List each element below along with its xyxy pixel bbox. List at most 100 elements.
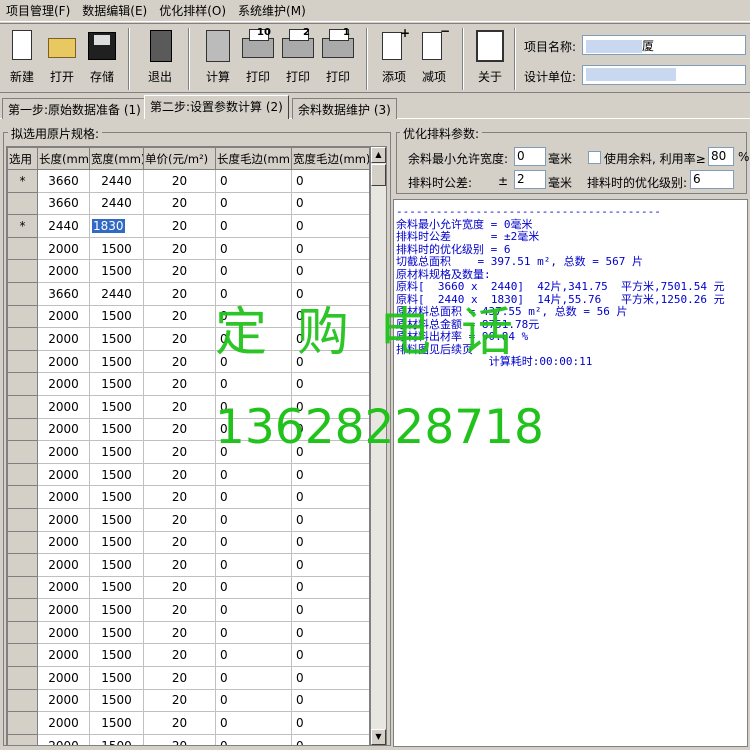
design-unit-field[interactable] — [582, 65, 746, 85]
table-row[interactable]: 2000 1500 20 0 0 — [7, 666, 369, 690]
table-cell[interactable]: 1500 — [89, 733, 144, 745]
table-cell[interactable]: 2440 — [37, 214, 90, 238]
table-cell[interactable]: 20 — [143, 236, 216, 261]
table-cell[interactable]: 2440 — [89, 281, 144, 306]
table-cell[interactable]: 2000 — [37, 575, 90, 600]
table-cell[interactable]: 0 — [291, 214, 369, 238]
table-row[interactable]: 2000 1500 20 0 0 — [7, 485, 369, 509]
table-cell[interactable]: 2000 — [37, 507, 90, 532]
print-1-button[interactable]: 1 打印 — [318, 27, 358, 90]
table-cell[interactable]: 0 — [215, 688, 292, 713]
table-cell[interactable]: 0 — [291, 643, 369, 668]
menu-project[interactable]: 项目管理(F) — [0, 2, 76, 19]
select-cell[interactable] — [7, 733, 38, 745]
table-cell[interactable]: 2000 — [37, 485, 90, 509]
table-cell[interactable]: 20 — [143, 169, 216, 193]
select-cell[interactable] — [7, 417, 38, 442]
project-name-field[interactable]: 厦 — [582, 35, 746, 55]
table-cell[interactable]: 2440 — [89, 169, 144, 193]
exit-button[interactable]: 退出 — [140, 28, 180, 90]
select-cell[interactable] — [7, 327, 38, 351]
column-header[interactable]: 宽度毛边(mm) — [291, 147, 369, 170]
menu-edit[interactable]: 数据编辑(E) — [76, 2, 153, 19]
scroll-up-arrow-icon[interactable]: ▲ — [371, 147, 386, 163]
select-cell[interactable] — [7, 666, 38, 690]
table-cell[interactable]: 2000 — [37, 440, 90, 464]
table-cell[interactable]: 0 — [291, 733, 369, 745]
select-cell[interactable] — [7, 598, 38, 622]
select-cell[interactable] — [7, 304, 38, 329]
scroll-down-arrow-icon[interactable]: ▼ — [371, 729, 386, 745]
table-row[interactable]: 2000 1500 20 0 0 — [7, 259, 369, 283]
table-cell[interactable]: 2000 — [37, 349, 90, 374]
table-cell[interactable]: 0 — [291, 598, 369, 622]
select-cell[interactable] — [7, 620, 38, 645]
print-10-button[interactable]: 10 打印 — [238, 27, 278, 90]
table-cell[interactable]: 0 — [215, 553, 292, 577]
select-cell[interactable] — [7, 530, 38, 555]
table-cell[interactable]: 0 — [215, 236, 292, 261]
table-cell[interactable]: 1500 — [89, 530, 144, 555]
table-cell[interactable]: 1500 — [89, 643, 144, 668]
table-cell[interactable]: 1500 — [89, 440, 144, 464]
menu-system[interactable]: 系统维护(M) — [232, 2, 312, 19]
table-cell[interactable]: 1500 — [89, 688, 144, 713]
table-cell[interactable]: 0 — [291, 169, 369, 193]
remove-item-button[interactable]: − 减项 — [414, 24, 454, 90]
table-cell[interactable]: 0 — [215, 259, 292, 283]
table-cell[interactable]: 20 — [143, 711, 216, 735]
table-cell[interactable]: 1500 — [89, 598, 144, 622]
table-cell[interactable]: 2000 — [37, 688, 90, 713]
column-header[interactable]: 长度毛边(mm) — [215, 147, 292, 170]
table-cell[interactable]: 20 — [143, 191, 216, 216]
print-2-button[interactable]: 2 打印 — [278, 27, 318, 90]
table-row[interactable]: 2000 1500 20 0 0 — [7, 688, 369, 713]
table-cell[interactable]: 1500 — [89, 327, 144, 351]
table-cell[interactable]: 20 — [143, 733, 216, 745]
select-cell[interactable] — [7, 259, 38, 283]
select-cell[interactable] — [7, 372, 38, 396]
table-cell[interactable]: 2000 — [37, 553, 90, 577]
table-cell[interactable]: 0 — [215, 643, 292, 668]
table-row[interactable]: 2000 1500 20 0 0 — [7, 643, 369, 668]
table-cell[interactable]: 2000 — [37, 304, 90, 329]
table-cell[interactable]: 0 — [215, 169, 292, 193]
open-button[interactable]: 打开 — [42, 28, 82, 90]
table-cell[interactable]: 20 — [143, 394, 216, 419]
table-cell[interactable]: 0 — [291, 530, 369, 555]
table-cell[interactable]: 0 — [291, 191, 369, 216]
table-row[interactable]: 2000 1500 20 0 0 — [7, 372, 369, 396]
table-cell[interactable]: 2440 — [89, 191, 144, 216]
table-row[interactable]: * 3660 2440 20 0 0 — [7, 169, 369, 193]
table-cell[interactable]: 20 — [143, 598, 216, 622]
table-cell[interactable]: 0 — [291, 620, 369, 645]
table-cell[interactable]: 2000 — [37, 259, 90, 283]
table-cell[interactable]: 0 — [291, 236, 369, 261]
table-row[interactable]: * 2440 1830 20 0 0 — [7, 214, 369, 238]
table-cell[interactable]: 1500 — [89, 304, 144, 329]
table-cell[interactable]: 1500 — [89, 349, 144, 374]
table-cell[interactable]: 20 — [143, 304, 216, 329]
table-cell[interactable]: 2000 — [37, 327, 90, 351]
use-remnant-rate-input[interactable]: 80 — [708, 147, 734, 166]
table-cell[interactable]: 0 — [291, 485, 369, 509]
table-cell[interactable]: 20 — [143, 214, 216, 238]
table-cell[interactable]: 1500 — [89, 236, 144, 261]
table-row[interactable]: 2000 1500 20 0 0 — [7, 236, 369, 261]
about-button[interactable]: 关于 — [470, 28, 510, 90]
select-cell[interactable] — [7, 485, 38, 509]
table-cell[interactable]: 20 — [143, 553, 216, 577]
select-cell[interactable]: * — [7, 169, 38, 193]
add-item-button[interactable]: + 添项 — [374, 26, 414, 90]
table-cell[interactable]: 2000 — [37, 236, 90, 261]
select-cell[interactable] — [7, 711, 38, 735]
table-cell[interactable]: 0 — [215, 530, 292, 555]
select-cell[interactable] — [7, 507, 38, 532]
use-remnant-checkbox[interactable] — [588, 151, 601, 164]
table-cell[interactable]: 20 — [143, 666, 216, 690]
table-cell[interactable]: 1500 — [89, 553, 144, 577]
table-cell[interactable]: 2000 — [37, 530, 90, 555]
table-cell[interactable]: 0 — [215, 711, 292, 735]
table-cell[interactable]: 0 — [291, 372, 369, 396]
table-row[interactable]: 2000 1500 20 0 0 — [7, 733, 369, 745]
